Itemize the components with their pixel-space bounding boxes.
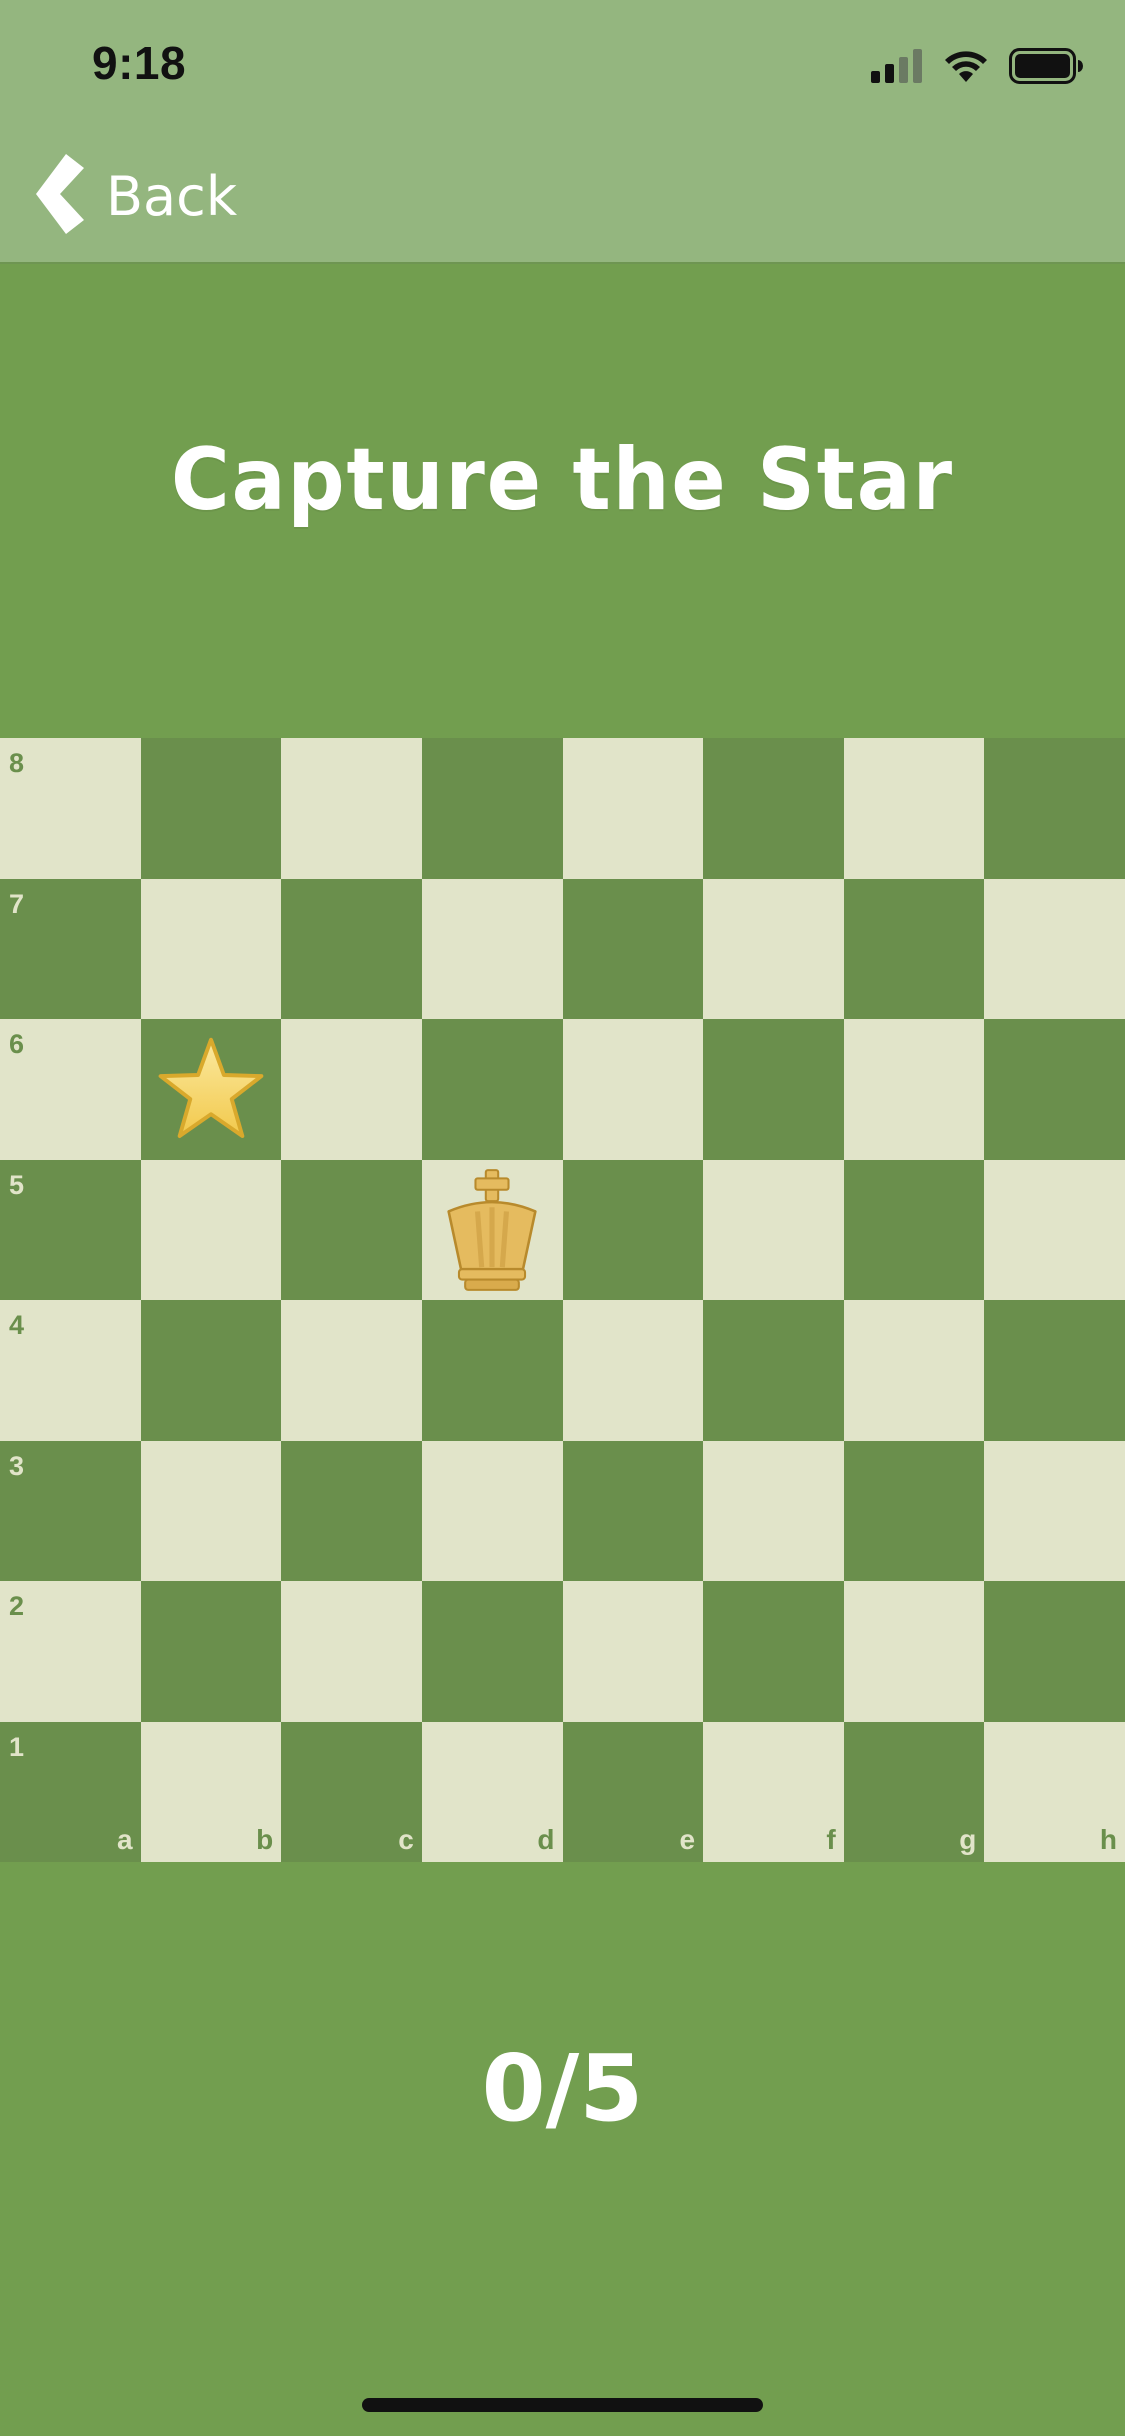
status-time: 9:18	[92, 37, 187, 89]
square-b1[interactable]: b	[140, 1721, 282, 1862]
file-label: a	[117, 1824, 133, 1855]
rank-label: 6	[9, 1029, 25, 1059]
square-b3[interactable]	[140, 1440, 282, 1581]
file-label: c	[398, 1824, 414, 1855]
rank-label: 4	[9, 1310, 25, 1340]
rank-label: 7	[9, 888, 25, 919]
signal-icon	[871, 49, 923, 87]
square-g7[interactable]	[843, 878, 985, 1019]
square-e7[interactable]	[562, 878, 704, 1019]
square-h4[interactable]	[984, 1300, 1125, 1441]
square-f1[interactable]: f	[703, 1721, 844, 1862]
square-f2[interactable]	[703, 1581, 844, 1722]
chevron-left-icon	[32, 152, 92, 240]
page-title: Capture the Star	[171, 430, 954, 530]
score-counter: 0/5	[481, 2035, 644, 2142]
square-f8[interactable]	[703, 738, 844, 879]
square-e6[interactable]	[562, 1019, 704, 1160]
square-d2[interactable]	[421, 1581, 563, 1722]
status-icons	[871, 48, 1083, 88]
square-b7[interactable]	[140, 878, 282, 1019]
battery-icon	[1009, 48, 1083, 88]
square-c5[interactable]	[281, 1159, 422, 1300]
square-g4[interactable]	[843, 1300, 985, 1441]
square-f4[interactable]	[703, 1300, 844, 1441]
square-g2[interactable]	[843, 1581, 985, 1722]
rank-label: 3	[9, 1450, 25, 1481]
square-d5[interactable]	[421, 1159, 563, 1301]
square-d1[interactable]: d	[421, 1721, 563, 1862]
rank-label: 2	[9, 1591, 25, 1621]
square-b8[interactable]	[140, 738, 282, 879]
square-c1[interactable]: c	[281, 1721, 422, 1862]
square-h5[interactable]	[984, 1159, 1125, 1300]
square-g1[interactable]: g	[843, 1721, 985, 1862]
back-label: Back	[106, 164, 238, 228]
king-icon[interactable]	[422, 1160, 563, 1301]
square-h2[interactable]	[984, 1581, 1125, 1722]
square-b2[interactable]	[140, 1581, 282, 1722]
square-a5[interactable]: 5	[0, 1159, 141, 1300]
square-e3[interactable]	[562, 1440, 704, 1581]
file-label: d	[537, 1824, 555, 1855]
rank-label: 8	[9, 748, 25, 778]
back-button[interactable]: Back	[32, 150, 237, 242]
home-indicator	[362, 2398, 763, 2412]
square-f7[interactable]	[703, 878, 844, 1019]
square-a4[interactable]: 4	[0, 1300, 141, 1441]
square-a8[interactable]: 8	[0, 738, 141, 879]
square-a3[interactable]: 3	[0, 1440, 141, 1581]
file-label: e	[679, 1824, 696, 1855]
square-e1[interactable]: e	[562, 1721, 704, 1862]
square-h1[interactable]: h	[984, 1721, 1125, 1862]
square-d3[interactable]	[421, 1440, 563, 1581]
square-b4[interactable]	[140, 1300, 282, 1441]
square-b6[interactable]	[140, 1019, 282, 1160]
square-f6[interactable]	[703, 1019, 844, 1160]
square-e8[interactable]	[562, 738, 704, 879]
square-d6[interactable]	[421, 1019, 563, 1160]
square-d4[interactable]	[421, 1300, 563, 1441]
file-label: b	[256, 1824, 274, 1855]
file-label: g	[959, 1824, 977, 1855]
square-a1[interactable]: 1a	[0, 1721, 141, 1862]
file-label: f	[826, 1824, 836, 1855]
square-g8[interactable]	[843, 738, 985, 879]
top-bar: 9:18 Back	[0, 0, 1125, 264]
square-h3[interactable]	[984, 1440, 1125, 1581]
square-c3[interactable]	[281, 1440, 422, 1581]
square-g6[interactable]	[843, 1019, 985, 1160]
square-c4[interactable]	[281, 1300, 422, 1441]
wifi-icon	[943, 49, 989, 87]
square-d7[interactable]	[421, 878, 563, 1019]
square-c2[interactable]	[281, 1581, 422, 1722]
square-h8[interactable]	[984, 738, 1125, 879]
square-a7[interactable]: 7	[0, 878, 141, 1019]
rank-label: 5	[9, 1169, 25, 1200]
square-e4[interactable]	[562, 1300, 704, 1441]
square-d8[interactable]	[421, 738, 563, 879]
square-e5[interactable]	[562, 1159, 704, 1300]
square-h7[interactable]	[984, 878, 1125, 1019]
square-b5[interactable]	[140, 1159, 282, 1300]
file-label: h	[1099, 1824, 1117, 1855]
rank-label: 1	[9, 1731, 25, 1762]
square-c8[interactable]	[281, 738, 422, 879]
square-e2[interactable]	[562, 1581, 704, 1722]
chess-board[interactable]: 87654321abcdefgh	[0, 738, 1125, 1862]
square-h6[interactable]	[984, 1019, 1125, 1160]
square-a6[interactable]: 6	[0, 1019, 141, 1160]
square-c7[interactable]	[281, 878, 422, 1019]
square-f3[interactable]	[703, 1440, 844, 1581]
square-a2[interactable]: 2	[0, 1581, 141, 1722]
square-g5[interactable]	[843, 1159, 985, 1300]
square-g3[interactable]	[843, 1440, 985, 1581]
square-c6[interactable]	[281, 1019, 422, 1160]
star-icon[interactable]	[141, 1019, 282, 1160]
square-f5[interactable]	[703, 1159, 844, 1300]
